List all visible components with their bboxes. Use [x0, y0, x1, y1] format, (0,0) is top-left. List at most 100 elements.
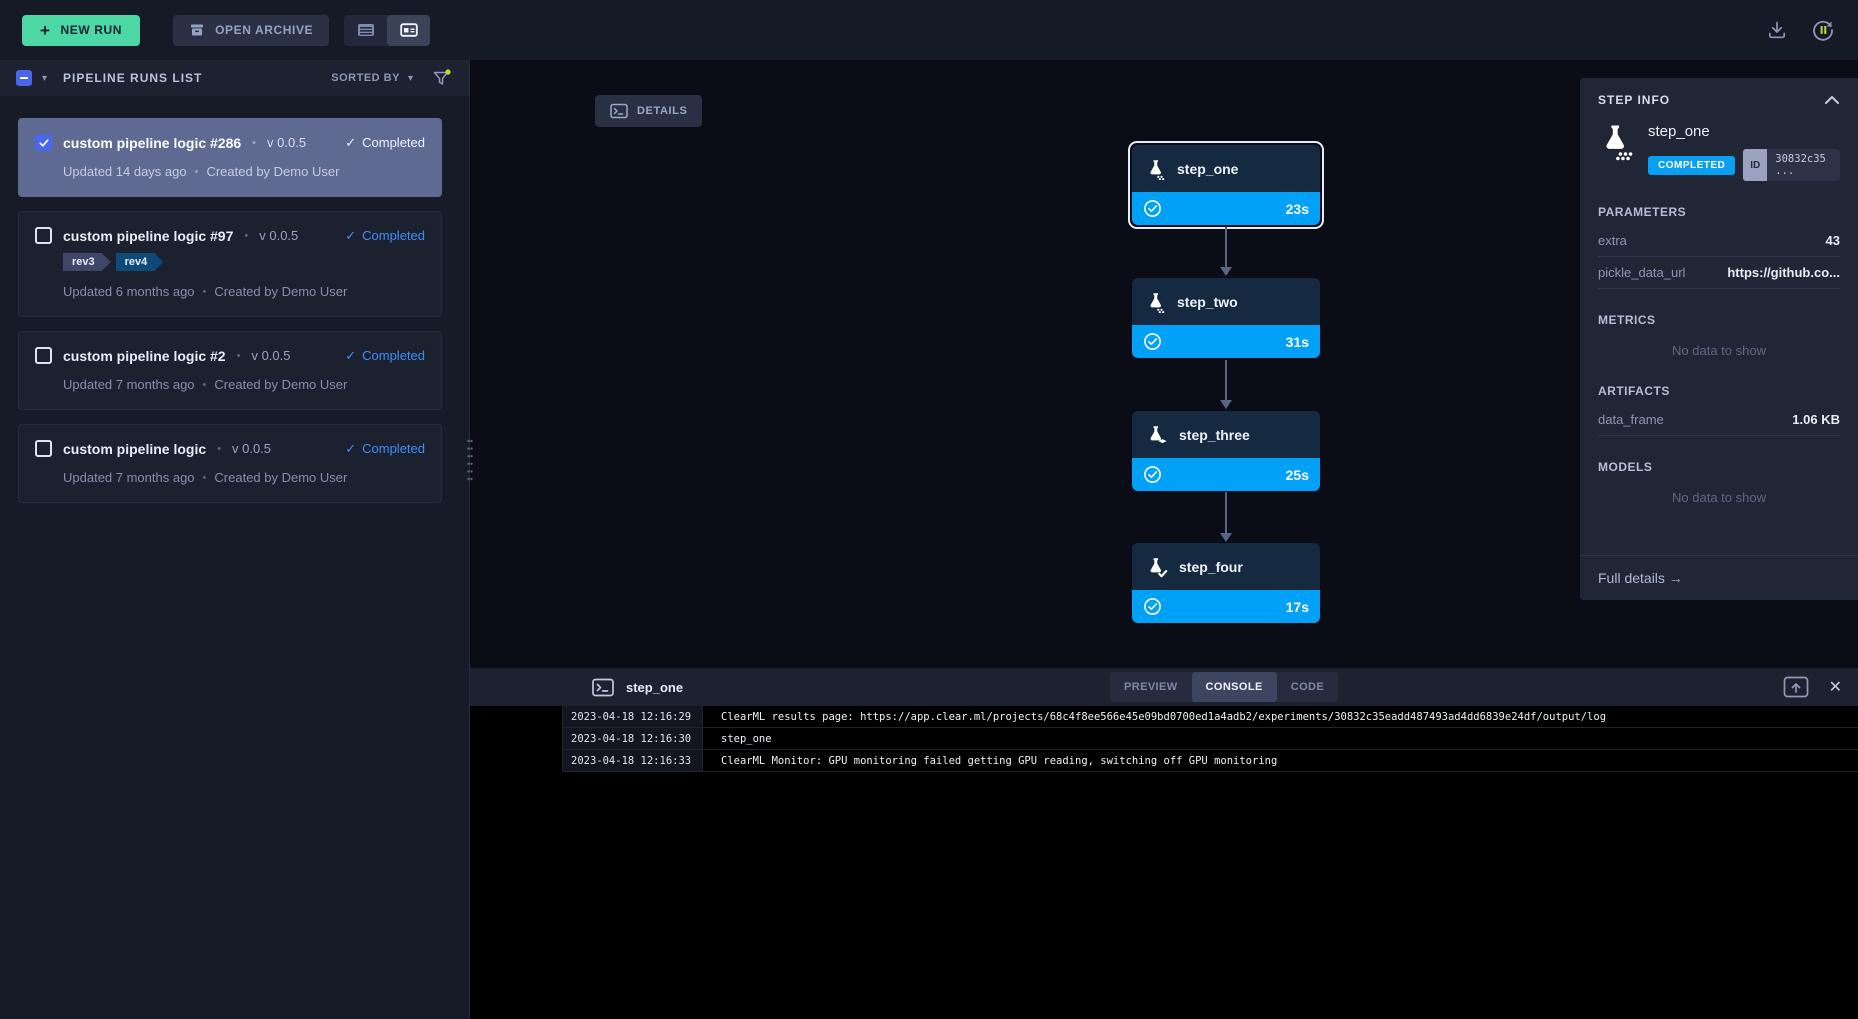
dag-node-step-three[interactable]: step_three 25s — [1132, 411, 1320, 491]
log-message: ClearML results page: https://app.clear.… — [703, 706, 1858, 727]
run-status-badge: ✓ Completed — [345, 441, 425, 457]
run-card-base[interactable]: custom pipeline logic • v 0.0.5 ✓ Comple… — [18, 424, 442, 503]
parameter-row: extra 43 — [1598, 225, 1840, 257]
run-meta: Updated 7 months ago • Created by Demo U… — [63, 470, 425, 485]
run-checkbox[interactable] — [35, 440, 52, 457]
check-circle-icon — [1143, 597, 1162, 616]
dag-node-step-four[interactable]: step_four 17s — [1132, 543, 1320, 623]
step-name: step_one — [1648, 123, 1840, 140]
log-row: 2023-04-18 12:16:33 ClearML Monitor: GPU… — [563, 750, 1858, 772]
check-icon: ✓ — [345, 441, 356, 457]
check-circle-icon — [1143, 465, 1162, 484]
details-button[interactable]: DETAILS — [595, 95, 702, 127]
parameter-row: pickle_data_url https://github.co... — [1598, 257, 1840, 289]
run-checkbox[interactable] — [35, 227, 52, 244]
dot-separator: • — [203, 379, 207, 391]
check-icon: ✓ — [345, 135, 356, 151]
plus-icon: + — [40, 22, 51, 39]
run-version: v 0.0.5 — [259, 228, 298, 243]
id-value[interactable]: 30832c35 ... — [1767, 149, 1840, 181]
log-message: step_one — [703, 728, 1858, 749]
tab-console[interactable]: CONSOLE — [1192, 672, 1277, 702]
run-title: custom pipeline logic #97 — [63, 228, 233, 244]
sorted-by-button[interactable]: SORTED BY — [331, 72, 400, 84]
archive-icon — [189, 22, 205, 38]
auto-refresh-pause-icon — [1810, 17, 1836, 43]
dot-separator: • — [195, 166, 199, 178]
dot-separator: • — [217, 443, 221, 455]
id-badge: ID 30832c35 ... — [1743, 149, 1840, 181]
step-info-title: STEP INFO — [1598, 93, 1670, 107]
metrics-empty-text: No data to show — [1598, 333, 1840, 360]
run-card-97[interactable]: custom pipeline logic #97 • v 0.0.5 ✓ Co… — [18, 211, 442, 317]
new-run-button[interactable]: + NEW RUN — [22, 15, 140, 46]
filter-icon[interactable] — [431, 68, 453, 88]
dot-separator: • — [237, 350, 241, 362]
console-step-title: step_one — [626, 680, 683, 695]
node-duration: 31s — [1286, 334, 1309, 350]
main-panel: DETAILS step_one — [470, 60, 1858, 1019]
maximize-icon[interactable] — [1783, 676, 1809, 698]
split-view-icon — [400, 22, 418, 38]
download-icon — [1766, 19, 1788, 41]
node-name: step_one — [1177, 161, 1238, 177]
download-button[interactable] — [1766, 19, 1788, 41]
run-status-badge: ✓ Completed — [345, 135, 425, 151]
artifact-row: data_frame 1.06 KB — [1598, 404, 1840, 436]
check-icon: ✓ — [345, 348, 356, 364]
dot-separator: • — [252, 137, 256, 149]
chevron-up-icon[interactable] — [1824, 94, 1840, 106]
run-meta: Updated 7 months ago • Created by Demo U… — [63, 377, 425, 392]
select-all-caret-icon[interactable]: ▾ — [42, 73, 47, 84]
dag-node-step-one[interactable]: step_one 23s — [1128, 141, 1324, 229]
node-name: step_three — [1179, 427, 1250, 443]
terminal-icon — [592, 678, 614, 697]
tag-rev3[interactable]: rev3 — [63, 253, 111, 271]
dag-node-step-two[interactable]: step_two 31s — [1132, 278, 1320, 358]
open-archive-button[interactable]: OPEN ARCHIVE — [173, 15, 329, 46]
dot-separator: • — [203, 286, 207, 298]
run-checkbox[interactable] — [35, 134, 52, 151]
log-message: ClearML Monitor: GPU monitoring failed g… — [703, 750, 1858, 771]
topbar-right-actions — [1766, 17, 1836, 43]
run-card-2[interactable]: custom pipeline logic #2 • v 0.0.5 ✓ Com… — [18, 331, 442, 410]
flask-icon — [1145, 291, 1167, 313]
top-toolbar: + NEW RUN OPEN ARCHIVE — [0, 0, 1858, 60]
check-circle-icon — [1143, 332, 1162, 351]
table-view-toggle[interactable] — [344, 15, 387, 46]
dag-edge — [1219, 492, 1233, 542]
close-icon[interactable]: ✕ — [1829, 677, 1842, 697]
runs-list-header: ▾ PIPELINE RUNS LIST SORTED BY ▾ — [0, 60, 469, 96]
tab-preview[interactable]: PREVIEW — [1110, 672, 1192, 702]
node-duration: 23s — [1286, 201, 1309, 217]
flask-icon — [1598, 123, 1634, 181]
run-title: custom pipeline logic #286 — [63, 135, 241, 151]
log-timestamp: 2023-04-18 12:16:33 — [563, 750, 703, 771]
split-view-toggle[interactable] — [387, 15, 430, 46]
run-meta: Updated 6 months ago • Created by Demo U… — [63, 284, 425, 299]
run-status-badge: ✓ Completed — [345, 228, 425, 244]
run-meta: Updated 14 days ago • Created by Demo Us… — [63, 164, 425, 179]
tab-code[interactable]: CODE — [1277, 672, 1338, 702]
dot-separator: • — [244, 230, 248, 242]
run-version: v 0.0.5 — [267, 135, 306, 150]
parameters-section-label: PARAMETERS — [1598, 205, 1840, 219]
auto-refresh-pause-button[interactable] — [1810, 17, 1836, 43]
terminal-icon — [610, 103, 628, 119]
step-info-panel: STEP INFO step_one COMPLETED ID — [1580, 78, 1858, 600]
sorted-by-caret-icon[interactable]: ▾ — [408, 73, 413, 84]
run-title: custom pipeline logic — [63, 441, 206, 457]
select-all-checkbox[interactable] — [16, 70, 32, 86]
node-duration: 25s — [1286, 467, 1309, 483]
console-log-area[interactable]: 2023-04-18 12:16:29 ClearML results page… — [470, 706, 1858, 1019]
run-tags: rev3 rev4 — [63, 253, 425, 271]
run-version: v 0.0.5 — [232, 441, 271, 456]
panel-resize-handle[interactable] — [465, 437, 475, 483]
console-header: step_one PREVIEW CONSOLE CODE ✕ — [470, 668, 1858, 706]
full-details-link[interactable]: Full details → — [1580, 555, 1858, 600]
run-card-286[interactable]: custom pipeline logic #286 • v 0.0.5 ✓ C… — [18, 118, 442, 197]
tag-rev4[interactable]: rev4 — [116, 253, 164, 271]
dag-edge — [1219, 360, 1233, 409]
new-run-label: NEW RUN — [61, 23, 123, 37]
run-checkbox[interactable] — [35, 347, 52, 364]
